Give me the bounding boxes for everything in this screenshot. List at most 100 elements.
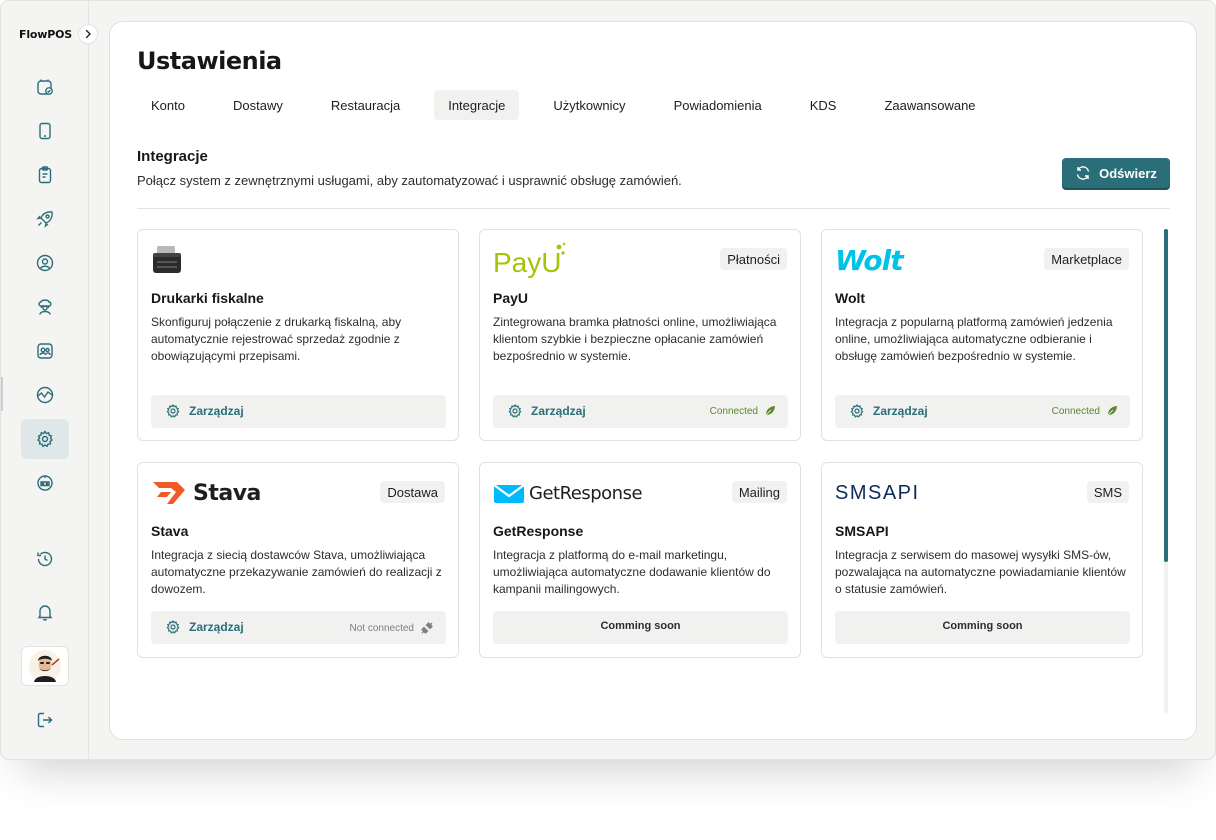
connection-status-label: Connected xyxy=(709,405,758,417)
card-action-bar: Zarządzaj Connected xyxy=(835,395,1130,428)
unplugged-icon xyxy=(421,622,433,634)
connection-status-label: Not connected xyxy=(349,622,415,634)
section-title: Integracje xyxy=(137,148,208,165)
integration-card-payu: PayU Płatności PayU Zintegrowana bramka … xyxy=(479,229,801,441)
orders-icon xyxy=(37,79,53,95)
card-description: Integracja z serwisem do masowej wysyłki… xyxy=(835,548,1126,596)
tab-kds[interactable]: KDS xyxy=(796,90,851,120)
getresponse-envelope-icon xyxy=(493,484,525,503)
robot-icon xyxy=(37,475,53,491)
refresh-button[interactable]: Odświerz xyxy=(1062,158,1170,188)
connection-status: Connected xyxy=(710,405,776,417)
sidebar-item-logout[interactable] xyxy=(21,700,69,740)
manage-button-label: Zarządzaj xyxy=(189,620,244,634)
section-divider xyxy=(137,208,1170,209)
page-title: Ustawienia xyxy=(137,47,282,75)
sidebar-item-clipboard[interactable] xyxy=(21,155,69,195)
card-action-bar: Zarządzaj Connected xyxy=(493,395,788,428)
wolt-logo: Wolt xyxy=(835,242,904,278)
connection-status: Connected xyxy=(1052,405,1118,417)
sidebar-active-marker xyxy=(1,377,3,411)
fiscal-printer-logo xyxy=(151,242,183,278)
payu-logo-text: PayU xyxy=(493,247,561,278)
sidebar: FlowPOS xyxy=(1,1,98,759)
card-title: PayU xyxy=(493,290,529,306)
card-action-bar: Zarządzaj xyxy=(151,395,446,428)
user-avatar[interactable] xyxy=(21,646,69,686)
card-action-bar: Comming soon xyxy=(835,611,1130,644)
category-badge: Dostawa xyxy=(380,481,445,503)
wolt-logo-text: Wolt xyxy=(835,243,904,277)
manage-button-label: Zarządzaj xyxy=(873,404,928,418)
sidebar-item-notifications[interactable] xyxy=(21,592,69,632)
tab-restauracja[interactable]: Restauracja xyxy=(317,90,414,120)
history-icon xyxy=(37,551,53,567)
tablet-icon xyxy=(39,122,51,140)
settings-tabs: Konto Dostawy Restauracja Integracje Uży… xyxy=(137,90,1010,120)
integration-card-stava: Stava Dostawa Stava Integracja z siecią … xyxy=(137,462,459,658)
card-description: Integracja z platformą do e-mail marketi… xyxy=(493,548,771,596)
tab-konto[interactable]: Konto xyxy=(137,90,199,120)
tab-powiadomienia[interactable]: Powiadomienia xyxy=(660,90,776,120)
tab-uzytkownicy[interactable]: Użytkownicy xyxy=(539,90,639,120)
sidebar-item-orders[interactable] xyxy=(21,67,69,107)
rocket-icon xyxy=(36,211,53,228)
integration-card-wolt: Wolt Marketplace Wolt Integracja z popul… xyxy=(821,229,1143,441)
integration-card-getresponse: GetResponse Mailing GetResponse Integrac… xyxy=(479,462,801,658)
refresh-icon xyxy=(1076,166,1090,180)
gear-icon xyxy=(37,430,53,448)
sidebar-item-history[interactable] xyxy=(21,539,69,579)
card-description: Integracja z siecią dostawców Stava, umo… xyxy=(151,548,442,596)
category-badge: Płatności xyxy=(720,248,787,270)
gear-icon xyxy=(166,619,180,634)
stava-logo: Stava xyxy=(151,475,261,511)
coming-soon-label: Comming soon xyxy=(942,620,1023,632)
bell-icon xyxy=(37,605,53,621)
leaf-icon xyxy=(765,406,775,416)
sidebar-item-profile[interactable] xyxy=(21,243,69,283)
avatar-illustration-icon xyxy=(29,650,61,682)
clipboard-icon xyxy=(38,166,52,184)
sidebar-item-bot[interactable] xyxy=(21,463,69,503)
scrollbar-track[interactable] xyxy=(1164,229,1168,713)
card-title: SMSAPI xyxy=(835,523,889,539)
manage-button[interactable]: Zarządzaj xyxy=(165,619,244,635)
smsapi-logo: SMSAPI xyxy=(835,475,920,511)
app-logo: FlowPOS xyxy=(19,28,72,41)
sidebar-item-rocket[interactable] xyxy=(21,199,69,239)
tab-integracje[interactable]: Integracje xyxy=(434,90,520,120)
sidebar-collapse-button[interactable] xyxy=(78,24,98,44)
manage-button[interactable]: Zarządzaj xyxy=(165,403,244,419)
connection-status: Not connected xyxy=(350,621,435,635)
card-description: Skonfiguruj połączenie z drukarką fiskal… xyxy=(151,315,402,363)
card-description: Zintegrowana bramka płatności online, um… xyxy=(493,315,777,363)
category-badge: SMS xyxy=(1086,481,1129,503)
card-title: Stava xyxy=(151,523,189,539)
scrollbar-thumb[interactable] xyxy=(1164,229,1168,562)
manage-button[interactable]: Zarządzaj xyxy=(507,403,586,419)
contacts-icon xyxy=(37,343,53,359)
payu-logo: PayU xyxy=(493,242,567,278)
fiscal-printer-icon xyxy=(153,246,181,273)
stava-logo-text: Stava xyxy=(193,480,261,506)
section-description: Połącz system z zewnętrznymi usługami, a… xyxy=(137,173,682,188)
sidebar-item-tablet[interactable] xyxy=(21,111,69,151)
sidebar-item-kitchen[interactable] xyxy=(21,287,69,327)
card-action-bar: Comming soon xyxy=(493,611,788,644)
user-circle-icon xyxy=(36,254,54,272)
coming-soon-label: Comming soon xyxy=(600,620,681,632)
sidebar-item-contacts[interactable] xyxy=(21,331,69,371)
category-badge: Marketplace xyxy=(1044,248,1129,270)
smsapi-logo-text: SMSAPI xyxy=(835,481,920,504)
leaf-icon xyxy=(1107,406,1117,416)
app-frame: FlowPOS Ustawienia Konto Dostawy Restaur… xyxy=(0,0,1216,760)
sidebar-item-analytics[interactable] xyxy=(21,375,69,415)
tab-dostawy[interactable]: Dostawy xyxy=(219,90,297,120)
manage-button[interactable]: Zarządzaj xyxy=(849,403,928,419)
integration-card-smsapi: SMSAPI SMS SMSAPI Integracja z serwisem … xyxy=(821,462,1143,658)
sidebar-item-settings[interactable] xyxy=(21,419,69,459)
getresponse-logo-text: GetResponse xyxy=(529,482,643,504)
tab-zaawansowane[interactable]: Zaawansowane xyxy=(870,90,989,120)
integration-card-fiscal-printers: Drukarki fiskalne Skonfiguruj połączenie… xyxy=(137,229,459,441)
chevron-right-icon xyxy=(85,29,91,39)
